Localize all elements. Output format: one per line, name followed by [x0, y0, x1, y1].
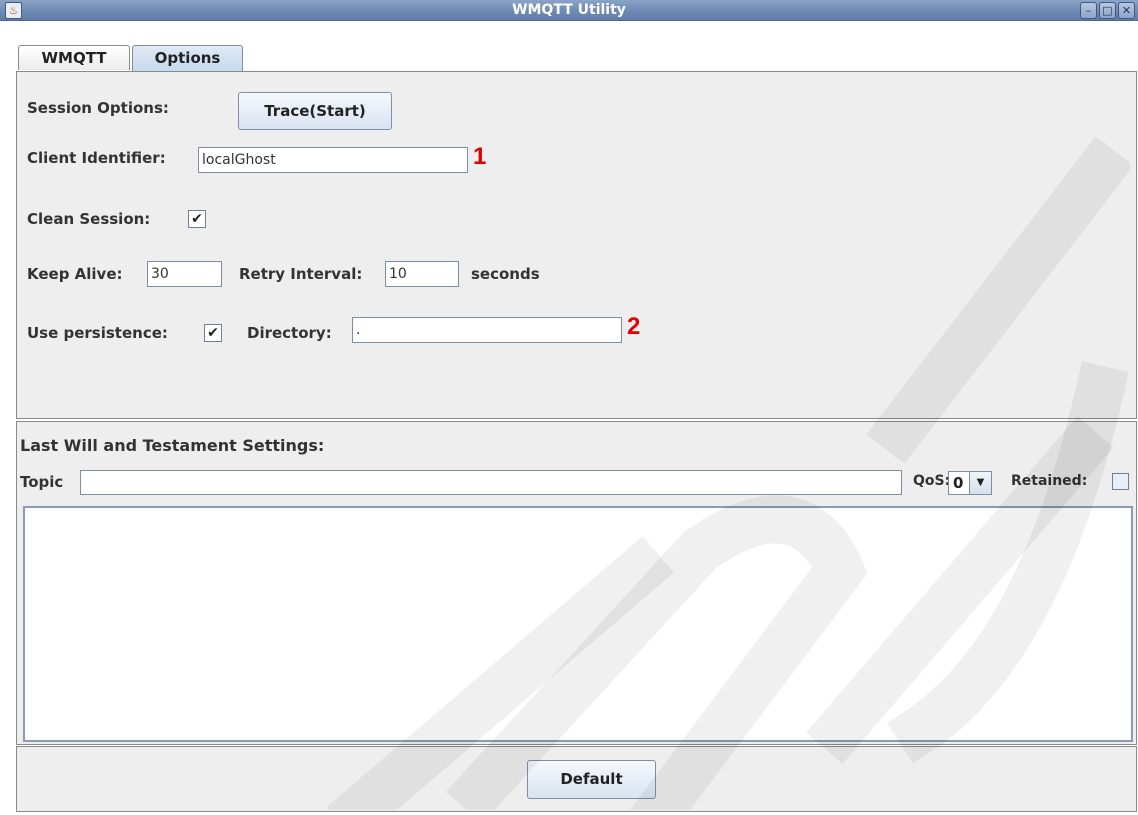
- close-icon[interactable]: ✕: [1118, 2, 1135, 19]
- retained-checkbox[interactable]: [1112, 473, 1129, 490]
- clean-session-checkbox[interactable]: ✔: [188, 210, 206, 228]
- lwt-title: Last Will and Testament Settings:: [20, 436, 325, 455]
- annotation-marker-2: 2: [627, 313, 641, 340]
- client-identifier-input[interactable]: localGhost: [198, 147, 468, 173]
- retry-interval-label: Retry Interval:: [239, 265, 363, 283]
- footer-panel: Default: [16, 746, 1137, 812]
- chevron-down-icon[interactable]: ▼: [969, 472, 991, 494]
- tab-options[interactable]: Options: [132, 45, 243, 72]
- minimize-icon[interactable]: –: [1080, 2, 1097, 19]
- trace-start-button[interactable]: Trace(Start): [238, 92, 392, 130]
- session-options-panel: Session Options: Trace(Start) Client Ide…: [16, 71, 1137, 419]
- directory-input[interactable]: .: [352, 317, 622, 343]
- annotation-marker-1: 1: [473, 143, 487, 170]
- use-persistence-checkbox[interactable]: ✔: [204, 324, 222, 342]
- directory-label: Directory:: [247, 324, 332, 342]
- qos-dropdown[interactable]: 0 ▼: [948, 471, 992, 495]
- retry-interval-input[interactable]: 10: [385, 261, 459, 287]
- seconds-label: seconds: [471, 265, 540, 283]
- tab-wmqtt[interactable]: WMQTT: [18, 45, 130, 70]
- keep-alive-label: Keep Alive:: [27, 265, 123, 283]
- default-button[interactable]: Default: [527, 760, 656, 799]
- session-options-label: Session Options:: [27, 99, 169, 117]
- keep-alive-input[interactable]: 30: [147, 261, 222, 287]
- last-will-panel: Last Will and Testament Settings: Topic …: [16, 421, 1137, 745]
- client-identifier-label: Client Identifier:: [27, 149, 166, 167]
- lwt-message-textarea[interactable]: [23, 506, 1133, 742]
- clean-session-label: Clean Session:: [27, 210, 151, 228]
- window-title: WMQTT Utility: [512, 2, 626, 18]
- topic-input[interactable]: [80, 470, 902, 495]
- tab-strip: WMQTT Options: [0, 21, 1138, 72]
- qos-label: QoS:: [913, 473, 951, 489]
- use-persistence-label: Use persistence:: [27, 324, 168, 342]
- maximize-icon[interactable]: □: [1099, 2, 1116, 19]
- topic-label: Topic: [20, 473, 64, 491]
- title-bar[interactable]: ♨ WMQTT Utility – □ ✕: [0, 0, 1138, 21]
- retained-label: Retained:: [1011, 473, 1088, 489]
- qos-selected-value: 0: [953, 474, 964, 492]
